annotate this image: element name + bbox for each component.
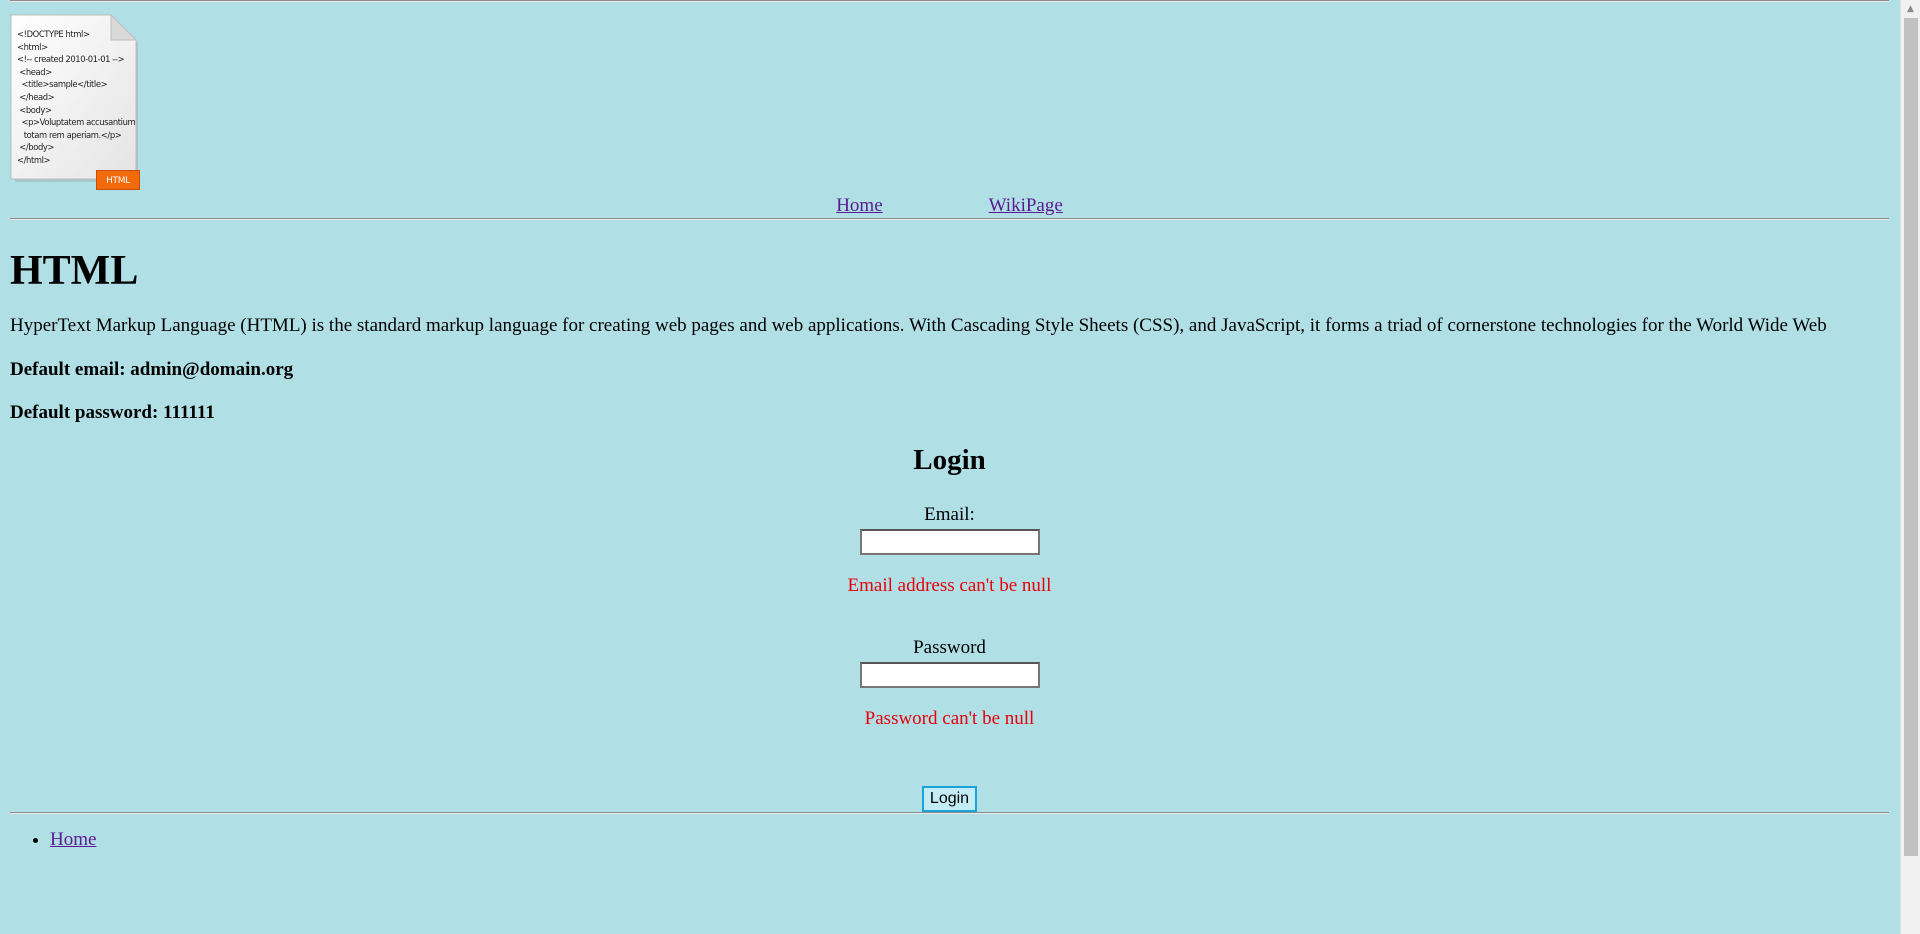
footer-link-home[interactable]: Home	[50, 829, 96, 850]
page: <!DOCTYPE html> <html> <!-- created 2010…	[0, 0, 1900, 934]
header-logo-area: <!DOCTYPE html> <html> <!-- created 2010…	[10, 14, 1889, 190]
password-error-message: Password can't be null	[864, 708, 1035, 729]
vertical-scrollbar[interactable]: ▲	[1900, 0, 1920, 934]
page-title: HTML	[10, 248, 139, 294]
top-divider	[10, 0, 1889, 2]
submit-row: Login	[10, 786, 1889, 812]
login-button[interactable]: Login	[921, 786, 978, 812]
password-label: Password	[913, 637, 986, 658]
nav-link-home[interactable]: Home	[836, 194, 882, 218]
page-description: HyperText Markup Language (HTML) is the …	[10, 315, 1827, 336]
default-email-note: Default email: admin@domain.org	[10, 359, 294, 380]
email-field[interactable]	[859, 529, 1040, 555]
email-error-message: Email address can't be null	[847, 575, 1052, 596]
footer-nav: Home	[10, 828, 1889, 852]
scrollbar-thumb[interactable]	[1904, 18, 1918, 856]
default-password-note: Default password: 111111	[10, 402, 215, 423]
email-label: Email:	[924, 504, 975, 525]
header-divider	[10, 218, 1889, 220]
page-content: <!DOCTYPE html> <html> <!-- created 2010…	[10, 0, 1889, 852]
top-nav: Home WikiPage	[10, 194, 1889, 218]
html-badge: HTML	[96, 170, 140, 190]
footer-divider	[10, 812, 1889, 814]
login-heading: Login	[913, 444, 986, 476]
scroll-up-arrow-icon[interactable]: ▲	[1901, 0, 1920, 18]
login-form: Login Email: Email address can't be null…	[10, 443, 1889, 812]
document-code-text: <!DOCTYPE html> <html> <!-- created 2010…	[17, 29, 136, 165]
password-field[interactable]	[859, 662, 1040, 688]
nav-link-wikipage[interactable]: WikiPage	[989, 194, 1063, 218]
html-document-code: <!DOCTYPE html> <html> <!-- created 2010…	[10, 14, 140, 190]
footer-nav-item: Home	[50, 828, 1889, 852]
